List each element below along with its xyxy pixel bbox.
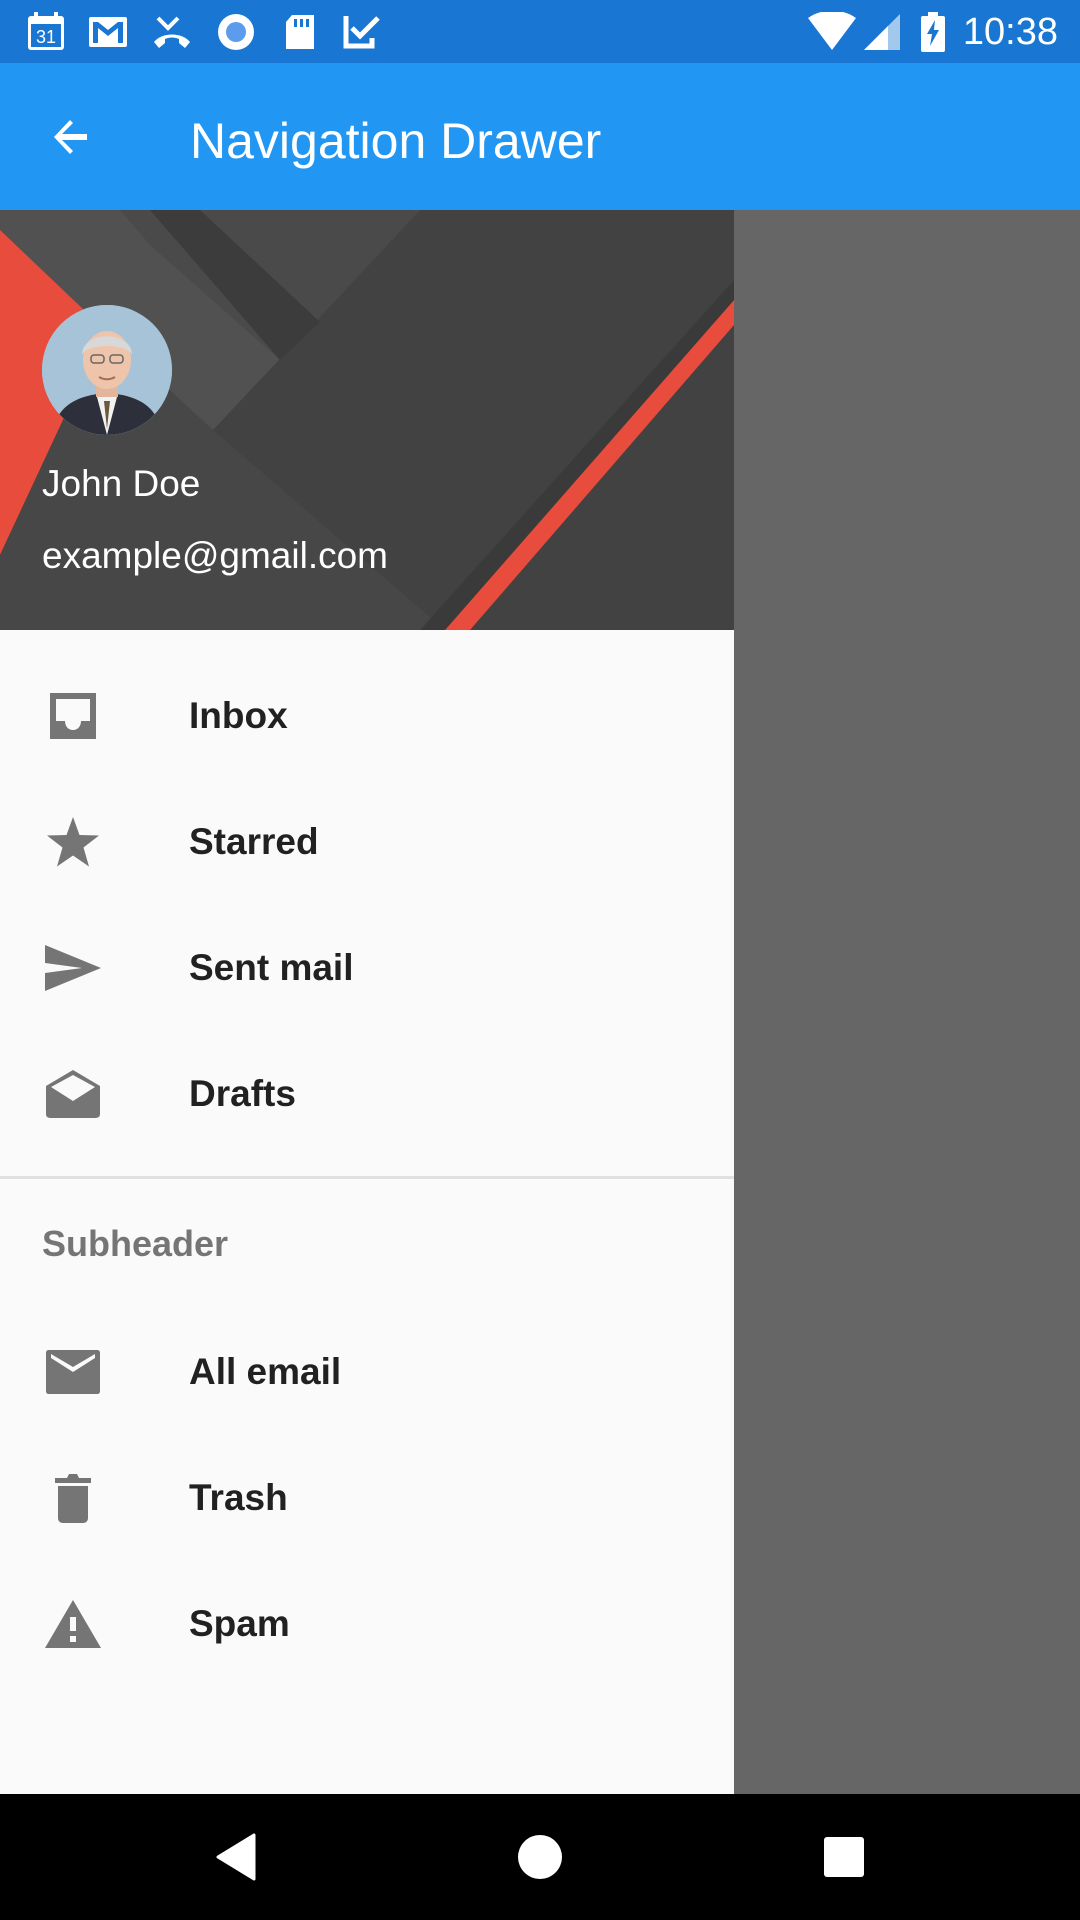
drawer-item-all-email[interactable]: All email (0, 1309, 734, 1435)
record-icon (218, 14, 254, 50)
clock: 10:38 (962, 11, 1058, 53)
arrow-back-icon (54, 120, 87, 154)
wifi-icon (808, 12, 856, 50)
home-circle-icon (518, 1835, 562, 1879)
drawer-item-drafts[interactable]: Drafts (0, 1031, 734, 1157)
drawer-item-spam[interactable]: Spam (0, 1561, 734, 1687)
drawer-divider (0, 1176, 734, 1179)
app-bar: Navigation Drawer (0, 63, 1080, 210)
check-icon (343, 16, 380, 49)
status-bar: 31 10:38 (0, 0, 1080, 63)
drafts-icon (44, 1068, 102, 1120)
missed-call-icon (154, 16, 190, 48)
nav-recents-button[interactable] (814, 1827, 874, 1887)
mail-icon (44, 1346, 102, 1398)
trash-icon (44, 1472, 102, 1524)
drawer-item-starred[interactable]: Starred (0, 779, 734, 905)
drawer-subheader: Subheader (42, 1223, 229, 1264)
navigation-drawer: John Doe example@gmail.com Inbox Starred… (0, 210, 734, 1794)
page-title: Navigation Drawer (190, 113, 602, 169)
system-nav-bar (0, 1794, 1080, 1920)
user-name: John Doe (42, 463, 201, 504)
user-email: example@gmail.com (42, 535, 389, 576)
calendar-day: 31 (36, 27, 56, 47)
recents-square-icon (824, 1837, 864, 1877)
drawer-scrim[interactable] (734, 210, 1080, 1794)
drawer-item-label: All email (189, 1351, 342, 1392)
avatar-image (42, 305, 172, 435)
warning-icon (44, 1598, 102, 1650)
nav-home-button[interactable] (510, 1827, 570, 1887)
drawer-item-sent-mail[interactable]: Sent mail (0, 905, 734, 1031)
avatar[interactable] (42, 305, 172, 435)
nav-back-button[interactable] (206, 1827, 266, 1887)
back-button[interactable] (28, 101, 114, 173)
star-icon (44, 816, 102, 868)
send-icon (44, 942, 102, 994)
drawer-item-inbox[interactable]: Inbox (0, 653, 734, 779)
signal-icon (864, 14, 900, 50)
drawer-item-label: Spam (189, 1603, 290, 1644)
drawer-item-label: Drafts (189, 1073, 296, 1114)
sd-card-icon (286, 15, 314, 49)
battery-charging-icon (921, 12, 945, 52)
drawer-item-label: Inbox (189, 695, 288, 736)
drawer-item-label: Starred (189, 821, 319, 862)
drawer-item-label: Trash (189, 1477, 288, 1518)
drawer-header: John Doe example@gmail.com (0, 210, 734, 630)
back-triangle-icon (216, 1833, 256, 1881)
calendar-icon: 31 (28, 12, 64, 50)
gmail-icon (89, 17, 127, 47)
drawer-item-label: Sent mail (189, 947, 354, 988)
drawer-item-trash[interactable]: Trash (0, 1435, 734, 1561)
inbox-icon (44, 690, 102, 742)
